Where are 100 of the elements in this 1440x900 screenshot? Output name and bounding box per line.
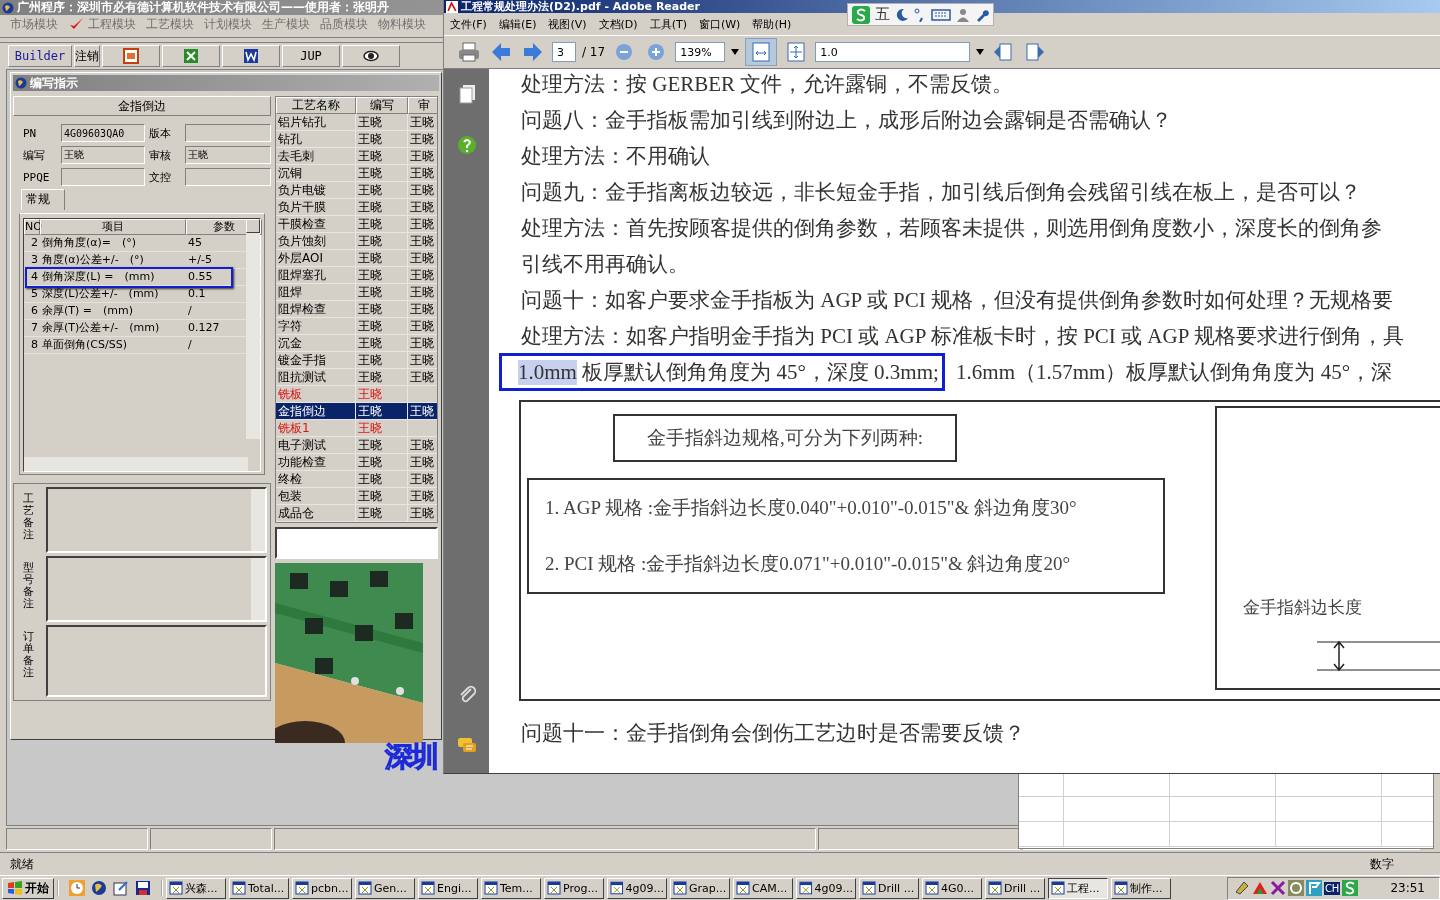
table-cell[interactable]: 王晓 <box>408 454 437 471</box>
column-header[interactable]: 审 <box>408 97 437 114</box>
taskbar-button[interactable]: Tem... <box>481 877 541 899</box>
table-cell[interactable]: 外层AOI <box>276 250 356 267</box>
table-cell[interactable]: 王晓 <box>356 318 408 335</box>
table-cell[interactable]: 成品仓 <box>276 505 356 522</box>
table-cell[interactable]: 王晓 <box>356 301 408 318</box>
triangle-icon[interactable] <box>1251 880 1268 896</box>
table-cell[interactable]: 王晓 <box>408 267 437 284</box>
menu-item[interactable]: 工具(T) <box>649 16 687 32</box>
input-field[interactable] <box>185 168 271 186</box>
table-cell[interactable]: 王晓 <box>408 505 437 522</box>
help-icon[interactable] <box>455 134 478 156</box>
toolbar-button[interactable]: Builder <box>8 45 72 67</box>
table-cell[interactable]: 镀金手指 <box>276 352 356 369</box>
table-cell[interactable]: 王晓 <box>356 233 408 250</box>
flag-icon[interactable] <box>1305 880 1322 896</box>
table-cell[interactable]: 王晓 <box>408 148 437 165</box>
table-cell[interactable]: 干膜检查 <box>276 216 356 233</box>
column-header[interactable]: 工艺名称 <box>276 97 356 114</box>
table-cell[interactable]: 王晓 <box>408 488 437 505</box>
taskbar-button[interactable]: Total... <box>229 877 289 899</box>
table-cell[interactable]: 钻孔 <box>276 131 356 148</box>
table-cell[interactable]: 沉金 <box>276 335 356 352</box>
table-cell[interactable]: 负片干膜 <box>276 199 356 216</box>
scrollbar[interactable] <box>251 489 265 551</box>
zoom-field[interactable]: 139% <box>675 42 726 62</box>
table-cell[interactable]: 字符 <box>276 318 356 335</box>
table-cell[interactable]: 王晓 <box>356 114 408 131</box>
table-cell[interactable]: 去毛刺 <box>276 148 356 165</box>
table-cell[interactable]: 王晓 <box>356 369 408 386</box>
column-header[interactable]: 项目 <box>40 219 186 235</box>
table-cell[interactable]: 王晓 <box>356 199 408 216</box>
taskbar-button[interactable]: 兴森... <box>166 877 226 899</box>
table-cell[interactable]: 王晓 <box>408 471 437 488</box>
table-cell[interactable]: 王晓 <box>408 369 437 386</box>
memo-field[interactable] <box>46 556 267 622</box>
table-cell[interactable]: 包装 <box>276 488 356 505</box>
taskbar-button[interactable]: 4g09... <box>796 877 856 899</box>
table-cell[interactable]: 王晓 <box>408 131 437 148</box>
table-cell[interactable]: 王晓 <box>408 301 437 318</box>
table-cell[interactable]: 电子测试 <box>276 437 356 454</box>
taskbar-button[interactable]: Drill ... <box>985 877 1045 899</box>
input-field[interactable]: 4G09603QA0 <box>61 124 145 142</box>
taskbar-button[interactable]: 制作... <box>1111 877 1171 899</box>
toolbar-button[interactable] <box>342 45 400 67</box>
table-cell[interactable]: 王晓 <box>408 233 437 250</box>
taskbar-button[interactable]: Engi... <box>418 877 478 899</box>
tab[interactable]: 常规 <box>21 189 65 210</box>
table-cell[interactable]: 铝片钻孔 <box>276 114 356 131</box>
table-cell[interactable]: 阻焊塞孔 <box>276 267 356 284</box>
table-cell[interactable]: 阻焊检查 <box>276 301 356 318</box>
memo-field[interactable] <box>46 625 267 697</box>
language-indicator[interactable]: CH <box>1323 881 1341 895</box>
taskbar-button[interactable]: Drill ... <box>859 877 919 899</box>
input-field[interactable]: 王晓 <box>61 146 145 164</box>
table-cell[interactable]: 王晓 <box>408 437 437 454</box>
table-cell[interactable]: 王晓 <box>408 318 437 335</box>
table-cell[interactable]: 王晓 <box>356 131 408 148</box>
taskbar-button[interactable]: CAM... <box>733 877 793 899</box>
table-cell[interactable]: 王晓 <box>408 352 437 369</box>
taskbar-button[interactable]: 4g09... <box>607 877 667 899</box>
table-cell[interactable]: 王晓 <box>408 182 437 199</box>
table-cell[interactable]: 王晓 <box>356 403 408 420</box>
notepad-icon[interactable] <box>113 880 129 896</box>
taskbar-button[interactable]: Grap... <box>670 877 730 899</box>
table-cell[interactable]: 王晓 <box>408 284 437 301</box>
table-cell[interactable]: 王晓 <box>356 471 408 488</box>
table-cell[interactable]: 阻焊 <box>276 284 356 301</box>
input-field[interactable] <box>61 168 145 186</box>
taskbar-button[interactable]: Gen... <box>355 877 415 899</box>
toolbar-button[interactable] <box>222 45 280 67</box>
table-cell[interactable]: 王晓 <box>408 199 437 216</box>
menu-item[interactable]: 文件(F) <box>450 16 487 32</box>
table-cell[interactable]: 阻抗测试 <box>276 369 356 386</box>
input-mode[interactable]: 五 <box>875 5 890 24</box>
table-cell[interactable]: 王晓 <box>356 437 408 454</box>
table-cell[interactable]: 王晓 <box>408 114 437 131</box>
input-field[interactable]: 王晓 <box>185 146 271 164</box>
table-cell[interactable]: 王晓 <box>408 250 437 267</box>
table-cell[interactable]: 功能检查 <box>276 454 356 471</box>
input-field[interactable] <box>185 124 271 142</box>
table-cell[interactable]: 王晓 <box>356 182 408 199</box>
taskbar-button[interactable]: Prog... <box>544 877 604 899</box>
table-cell[interactable]: 王晓 <box>356 284 408 301</box>
table-cell[interactable]: 负片蚀刻 <box>276 233 356 250</box>
table-cell[interactable]: 王晓 <box>356 352 408 369</box>
taskbar-button[interactable]: 工程... <box>1048 877 1108 899</box>
magnifier-field[interactable]: 1.0 <box>815 42 971 62</box>
input-field[interactable] <box>275 527 438 559</box>
table-cell[interactable]: 王晓 <box>356 488 408 505</box>
fit-page-button[interactable] <box>745 38 778 66</box>
menu-item[interactable]: 编辑(E) <box>498 16 537 32</box>
toolbar-button[interactable]: JUP <box>282 45 340 67</box>
table-cell[interactable]: 王晓 <box>356 505 408 522</box>
globe-icon[interactable] <box>91 880 107 896</box>
menu-item[interactable]: 文档(D) <box>598 16 638 32</box>
start-button[interactable]: 开始 <box>2 877 54 899</box>
table-cell[interactable]: 王晓 <box>356 267 408 284</box>
scrollbar[interactable] <box>246 219 260 439</box>
